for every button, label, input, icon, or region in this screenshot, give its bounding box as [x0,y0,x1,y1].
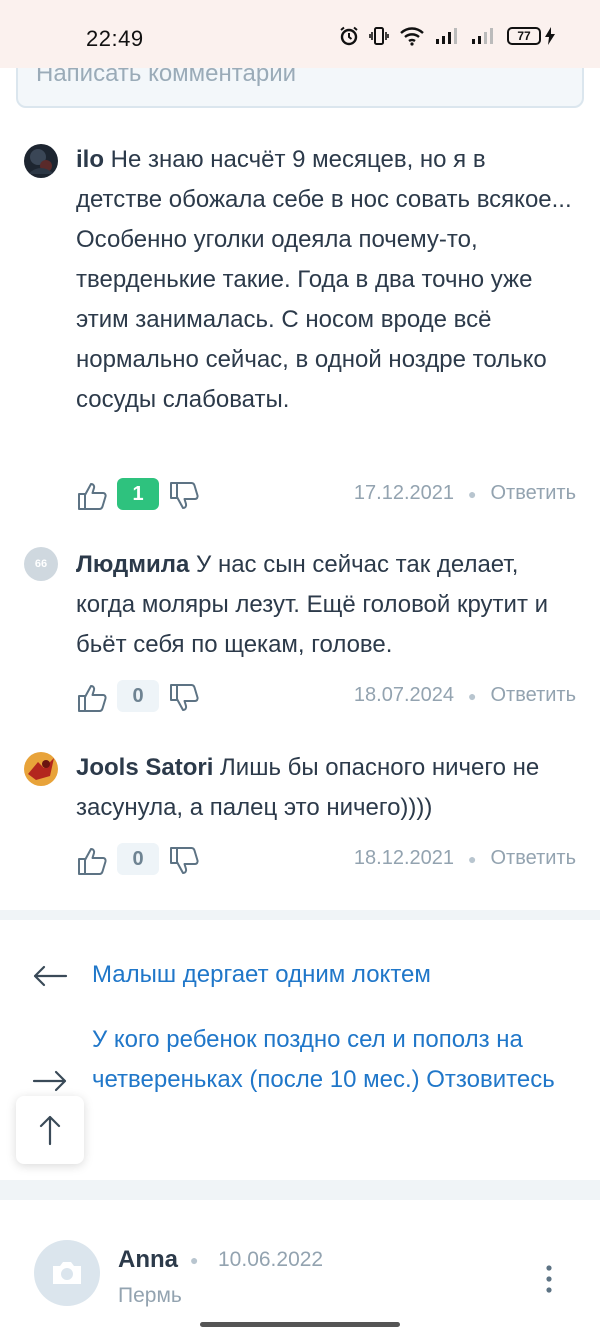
status-icons: 77 [339,26,556,46]
reply-button[interactable]: Ответить [491,482,577,505]
comment-body: Не знаю насчёт 9 месяцев, но я в детстве… [76,146,572,413]
arrow-right-icon[interactable] [32,1069,68,1093]
wifi-icon [400,27,424,46]
post-author[interactable]: Anna [118,1246,178,1274]
comment-actions: 1 17.12.2021 ● Ответить [76,478,576,514]
avatar[interactable]: 66 [24,547,58,581]
comment-author[interactable]: Людмила [76,551,189,578]
thumbs-up-icon[interactable] [76,480,108,512]
home-indicator[interactable] [200,1322,400,1327]
arrow-left-icon[interactable] [32,964,68,988]
reply-button[interactable]: Ответить [491,847,577,870]
arrow-up-icon [39,1115,61,1146]
battery-icon: 77 [507,26,556,46]
thumbs-down-icon[interactable] [168,682,200,714]
camera-icon [53,1262,81,1284]
comment-text: Людмила У нас сын сейчас так делает, ког… [76,545,576,665]
status-time: 22:49 [86,26,144,51]
comment-date: 17.12.2021 [353,482,455,504]
signal-icon [436,28,457,44]
post-date: 10.06.2022 [218,1248,324,1271]
alarm-icon [340,26,358,46]
comment-meta: 18.12.2021 ● Ответить [354,847,576,870]
prev-article-link[interactable]: Малыш дергает одним локтем [92,955,582,995]
thumbs-up-icon[interactable] [76,845,108,877]
comment-actions: 0 18.12.2021 ● Ответить [76,843,576,879]
vote-count: 0 [117,843,159,875]
comment-actions: 0 18.07.2024 ● Ответить [76,680,576,716]
article-navigation: Малыш дергает одним локтем У кого ребено… [0,920,600,1180]
comment-meta: 18.07.2024 ● Ответить [354,684,576,707]
status-bar: 22:49 77 [0,0,600,68]
separator-dot: ● [468,687,477,704]
comment-author[interactable]: ilo [76,146,104,173]
scroll-to-top-button[interactable] [16,1096,84,1164]
avatar[interactable] [24,144,58,178]
more-options-icon[interactable] [544,1264,554,1294]
signal-icon [472,28,493,44]
comment-meta: 17.12.2021 ● Ответить [354,482,576,505]
vibrate-icon [369,27,389,45]
separator-dot: ● [468,850,477,867]
section-divider [0,1180,600,1200]
avatar[interactable] [24,752,58,786]
separator-dot: ● [468,485,477,502]
post-city: Пермь [118,1284,182,1307]
thumbs-up-icon[interactable] [76,682,108,714]
comment-date: 18.12.2021 [353,847,455,869]
vote-count: 1 [117,478,159,510]
comment-author[interactable]: Jools Satori [76,754,213,781]
thumbs-down-icon[interactable] [168,480,200,512]
next-article-link[interactable]: У кого ребенок поздно сел и пополз на че… [92,1020,582,1100]
comment-text: ilo Не знаю насчёт 9 месяцев, но я в дет… [76,140,576,420]
thumbs-down-icon[interactable] [168,845,200,877]
battery-level: 77 [507,27,541,45]
vote-count: 0 [117,680,159,712]
reply-button[interactable]: Ответить [491,684,577,707]
post-card: Anna ● 10.06.2022 Пермь [0,1200,600,1339]
charging-icon [545,27,555,45]
comment-text: Jools Satori Лишь бы опасного ничего не … [76,748,576,828]
separator-dot: ● [190,1252,199,1268]
avatar[interactable] [34,1240,100,1306]
avatar-initials: 66 [34,558,48,570]
comment-date: 18.07.2024 [353,684,455,706]
